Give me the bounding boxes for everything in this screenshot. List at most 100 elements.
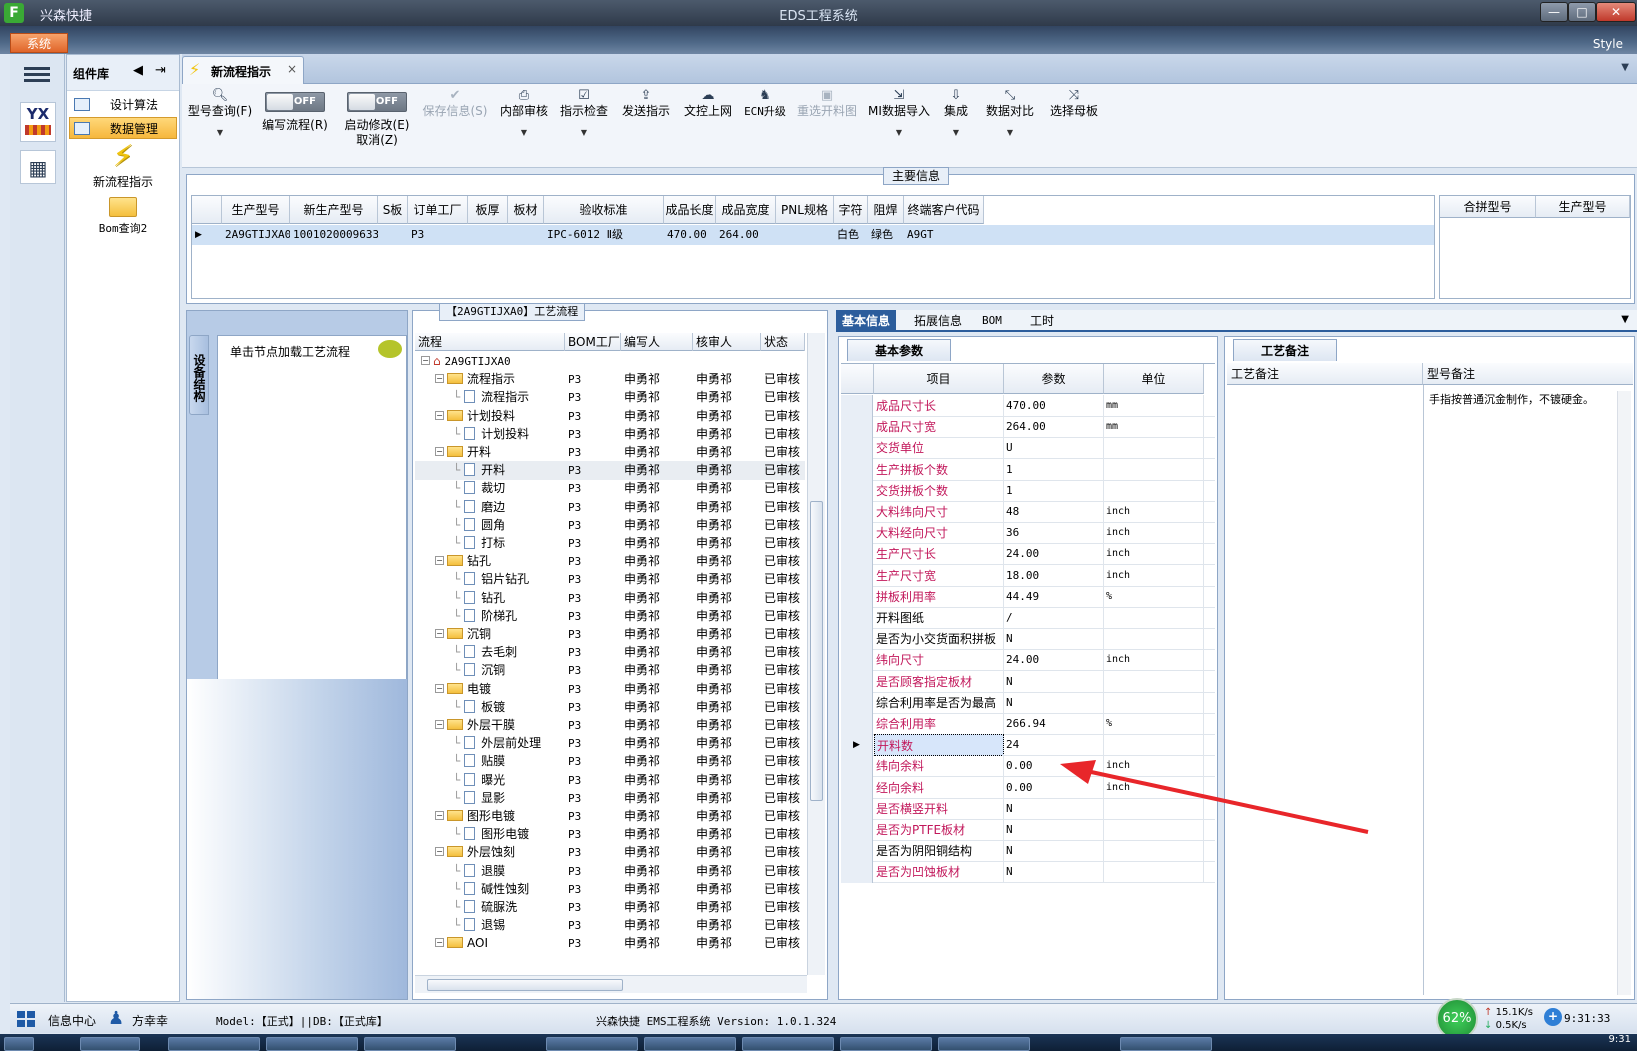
param-value[interactable]: 24.00 [1004,649,1104,672]
param-row[interactable]: 纬向尺寸 24.00 inch [841,649,1215,672]
ecn-upgrade-button[interactable]: ♞ ECN升级 [740,88,790,119]
row-header[interactable] [841,861,873,884]
param-row[interactable]: 大料经向尺寸 36 inch [841,522,1215,545]
main-col-header[interactable]: 验收标准 [544,196,664,224]
tree-folder-row[interactable]: − 计划投料 P3 申勇祁 申勇祁 已审核 [415,407,805,426]
param-value[interactable]: 18.00 [1004,564,1104,587]
param-value[interactable]: 48 [1004,501,1104,523]
row-header[interactable] [841,691,873,714]
comp-item-data-management[interactable]: 数据管理 [69,117,177,139]
minimize-button[interactable]: — [1540,2,1568,22]
start-button[interactable] [4,1037,34,1051]
tree-leaf-row[interactable]: └ 钻孔 P3 申勇祁 申勇祁 已审核 [415,589,805,608]
param-row[interactable]: 综合利用率 266.94% [841,713,1215,735]
tab-device-structure[interactable]: 设备结构 [189,335,209,415]
param-row[interactable]: 开料图纸 / [841,607,1215,629]
tree-leaf-row[interactable]: └ 流程指示 P3 申勇祁 申勇祁 已审核 [415,388,805,407]
row-header[interactable] [841,564,873,587]
tree-leaf-row[interactable]: └ 计划投料 P3 申勇祁 申勇祁 已审核 [415,425,805,444]
taskbar-item[interactable] [1120,1037,1212,1051]
taskbar-item[interactable] [266,1037,358,1051]
style-menu[interactable]: Style [1593,37,1623,51]
taskbar-item[interactable] [840,1037,932,1051]
row-header[interactable] [841,797,873,820]
taskbar-item[interactable] [938,1037,1030,1051]
tree-leaf-row[interactable]: └ 打标 P3 申勇祁 申勇祁 已审核 [415,534,805,553]
param-row[interactable]: 生产拼板个数 1 [841,458,1215,481]
param-value[interactable]: 264.00 [1004,416,1104,439]
tree-leaf-row[interactable]: └ 退锡 P3 申勇祁 申勇祁 已审核 [415,916,805,935]
param-value[interactable]: 1 [1004,458,1104,481]
dropdown-arrow-icon[interactable]: ▼ [496,125,552,140]
param-value[interactable]: 266.94 [1004,713,1104,735]
main-col-header[interactable]: 订单工厂 [408,196,468,224]
collapse-icon[interactable]: − [435,811,444,820]
cancel-label[interactable]: 取消(Z) [356,133,398,147]
tab-new-process[interactable]: ⚡ 新流程指示 × [182,56,304,84]
row-header[interactable] [841,395,873,417]
row-header[interactable] [841,713,873,735]
param-row[interactable]: 交货拼板个数 1 [841,479,1215,502]
dropdown-arrow-icon[interactable]: ▼ [556,125,612,140]
main-cell[interactable]: P3 [408,225,468,245]
write-process-toggle[interactable]: OFF 编写流程(R) [260,92,330,133]
main-cell[interactable]: 白色 [834,225,868,245]
collapse-icon[interactable]: − [435,447,444,456]
toggle-switch[interactable]: OFF [265,92,325,112]
main-col-header[interactable]: S板 [378,196,408,224]
tree-leaf-row[interactable]: └ 沉铜 P3 申勇祁 申勇祁 已审核 [415,661,805,680]
param-value[interactable]: 36 [1004,522,1104,545]
param-row[interactable]: 拼板利用率 44.49% [841,585,1215,608]
save-info-button[interactable]: ✔ 保存信息(S) [420,88,490,119]
main-col-header[interactable]: 终端客户代码 [904,196,984,224]
collapse-icon[interactable]: − [435,374,444,384]
param-row[interactable]: 是否横竖开料 N [841,797,1215,820]
scrollbar-thumb[interactable] [810,501,823,801]
process-col-header[interactable]: 核审人 [693,333,761,351]
row-header[interactable] [841,607,873,629]
collapse-icon[interactable]: − [421,356,430,365]
tree-leaf-row[interactable]: └ 硫脲洗 P3 申勇祁 申勇祁 已审核 [415,898,805,917]
param-row[interactable]: 综合利用率是否为最高 N [841,691,1215,714]
main-cell[interactable]: A9GT [904,225,984,245]
collapse-left-icon[interactable]: ◀ [133,63,143,78]
row-header[interactable] [841,670,873,693]
main-cell[interactable]: IPC-6012 Ⅱ级 [544,225,664,245]
row-header[interactable] [841,416,873,439]
main-col-header[interactable]: 板材 [508,196,544,224]
comp-item-design-algorithm[interactable]: 设计算法 [69,93,177,115]
param-value[interactable]: U [1004,437,1104,460]
start-modify-toggle[interactable]: OFF 启动修改(E) 取消(Z) [342,92,412,148]
dropdown-arrow-icon[interactable]: ▼ [938,125,974,140]
param-row[interactable]: 是否为凹蚀板材 N [841,861,1215,884]
collapse-icon[interactable]: − [435,683,444,693]
tree-folder-row[interactable]: − AOI P3 申勇祁 申勇祁 已审核 [415,934,805,953]
param-value[interactable]: 0.00 [1004,776,1104,799]
scrollbar-thumb[interactable] [427,979,623,991]
param-value[interactable]: N [1004,861,1104,884]
close-button[interactable]: ✕ [1596,2,1636,22]
tree-folder-row[interactable]: − 图形电镀 P3 申勇祁 申勇祁 已审核 [415,807,805,826]
send-instruction-button[interactable]: ⇪ 发送指示 [618,88,674,119]
tree-leaf-row[interactable]: └ 磨边 P3 申勇祁 申勇祁 已审核 [415,498,805,517]
tree-folder-row[interactable]: − 外层蚀刻 P3 申勇祁 申勇祁 已审核 [415,843,805,862]
param-row[interactable]: 是否顾客指定板材 N [841,670,1215,693]
plus-icon[interactable]: + [1544,1008,1562,1026]
tree-leaf-row[interactable]: └ 显影 P3 申勇祁 申勇祁 已审核 [415,789,805,808]
row-header[interactable] [841,755,873,778]
collapse-icon[interactable]: − [435,629,444,638]
main-col-header[interactable]: 阻焊 [868,196,904,224]
tree-leaf-row[interactable]: └ 贴膜 P3 申勇祁 申勇祁 已审核 [415,752,805,771]
tree-leaf-row[interactable]: └ 图形电镀 P3 申勇祁 申勇祁 已审核 [415,825,805,844]
merge-col-header[interactable]: 生产型号 [1536,196,1630,218]
taskbar-item[interactable] [80,1037,140,1051]
row-header[interactable] [841,840,873,863]
tab-menu-chevron-icon[interactable]: ▼ [1621,62,1629,73]
taskbar-item[interactable] [546,1037,638,1051]
maximize-button[interactable]: □ [1568,2,1596,22]
main-cell[interactable]: 470.00 [664,225,716,245]
process-col-header[interactable]: 状态 [761,333,805,351]
tree-leaf-row[interactable]: └ 裁切 P3 申勇祁 申勇祁 已审核 [415,479,805,498]
param-value[interactable]: 44.49 [1004,585,1104,608]
grid-corner[interactable] [192,196,222,224]
